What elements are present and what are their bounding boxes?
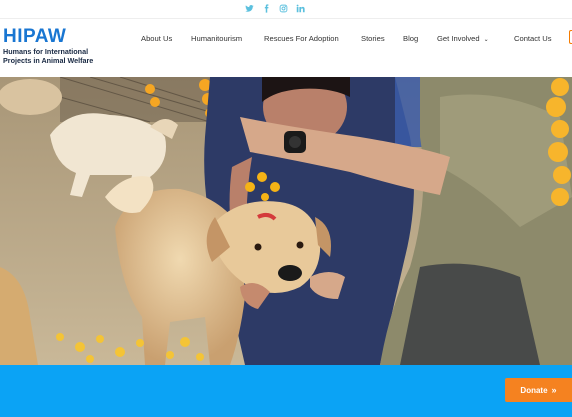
nav-item-contact-us[interactable]: Contact Us <box>514 34 552 44</box>
hero-photo-illustration <box>0 77 572 365</box>
double-chevron-right-icon: » <box>551 385 557 395</box>
instagram-icon[interactable] <box>278 3 289 14</box>
facebook-icon[interactable] <box>261 3 272 14</box>
logo-subtitle-line1: Humans for International <box>3 47 89 56</box>
main-nav: About Us Humanitourism Rescues For Adopt… <box>0 34 572 44</box>
donate-bar: Donate » <box>0 365 572 417</box>
donate-button[interactable]: Donate » <box>505 378 572 402</box>
site-logo[interactable]: HIPAW Humans for International Projects … <box>3 27 115 66</box>
nav-item-about-us[interactable]: About Us <box>141 34 172 44</box>
twitter-icon[interactable] <box>244 3 255 14</box>
social-links <box>244 3 306 14</box>
nav-item-stories[interactable]: Stories <box>361 34 385 44</box>
logo-subtitle-line2: Projects in Animal Welfare <box>3 56 94 65</box>
nav-item-rescues-for-adoption[interactable]: Rescues For Adoption <box>264 34 339 44</box>
nav-item-humanitourism[interactable]: Humanitourism <box>191 34 242 44</box>
nav-item-get-involved[interactable]: Get Involved ⌄ <box>437 34 489 45</box>
donate-button-label: Donate <box>520 385 548 395</box>
site-header: HIPAW Humans for International Projects … <box>0 19 572 77</box>
hero-image <box>0 77 572 365</box>
nav-item-get-involved-label: Get Involved <box>437 34 480 43</box>
linkedin-icon[interactable] <box>295 3 306 14</box>
nav-item-blog[interactable]: Blog <box>403 34 418 44</box>
top-social-bar <box>0 0 572 19</box>
chevron-down-icon: ⌄ <box>483 37 489 43</box>
